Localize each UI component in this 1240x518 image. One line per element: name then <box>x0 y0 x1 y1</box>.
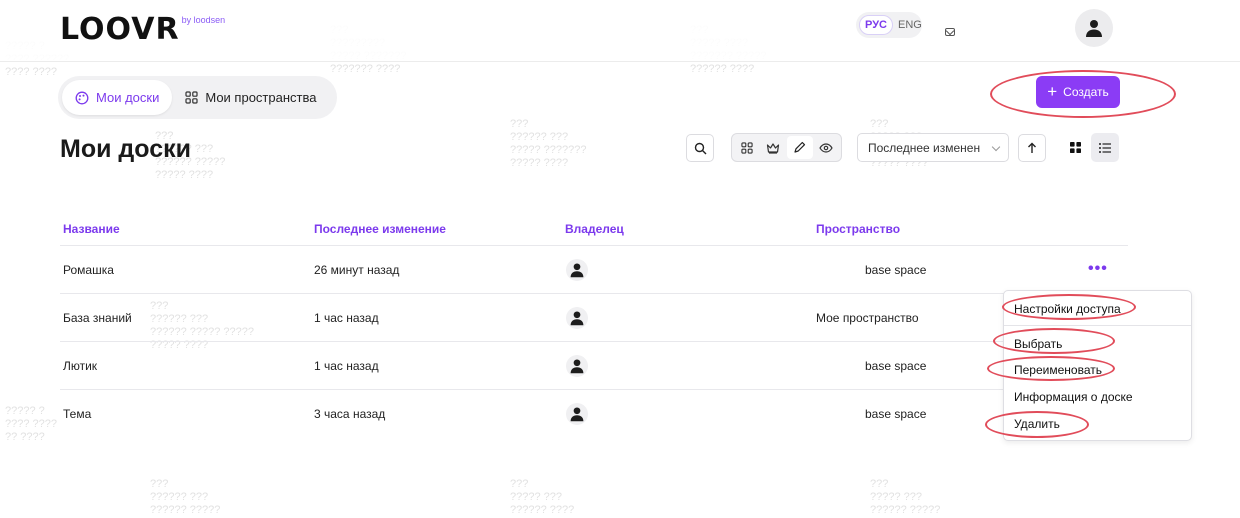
column-header-owner[interactable]: Владелец <box>565 222 624 236</box>
create-button-label: Создать <box>1063 85 1109 99</box>
board-modified: 1 час назад <box>314 359 379 373</box>
user-icon <box>1086 20 1102 37</box>
board-name: Лютик <box>63 359 98 373</box>
column-header-modified[interactable]: Последнее изменение <box>314 222 446 236</box>
menu-item-board-info[interactable]: Информация о доске <box>1014 390 1133 404</box>
owner-avatar <box>566 403 588 425</box>
user-icon <box>570 263 584 278</box>
user-avatar[interactable] <box>1075 9 1113 47</box>
lang-ru[interactable]: РУС <box>859 15 893 35</box>
menu-item-select[interactable]: Выбрать <box>1014 337 1062 351</box>
eye-icon <box>819 142 833 153</box>
owner-avatar <box>566 307 588 329</box>
board-space: base space <box>865 359 927 373</box>
logo-text: LOOVR <box>60 12 180 47</box>
watermark: ????????? ????????? ????? <box>150 478 221 516</box>
table-row[interactable]: Ромашка 26 минут назад base space ••• <box>60 246 1128 293</box>
board-modified: 3 часа назад <box>314 407 386 421</box>
search-button[interactable] <box>686 134 714 162</box>
table-row[interactable]: Тема 3 часа назад base space <box>60 390 1128 437</box>
board-name: Тема <box>63 407 92 421</box>
menu-item-delete[interactable]: Удалить <box>1014 417 1060 431</box>
top-bar: LOOVR by loodsen РУС ENG <box>0 0 1240 62</box>
board-space: Мое пространство <box>816 311 919 325</box>
palette-icon <box>75 91 89 104</box>
menu-divider <box>1004 325 1191 326</box>
tab-my-boards-label: Мои доски <box>96 90 160 105</box>
search-icon <box>694 142 706 154</box>
watermark: ????????? ???????? ???????????? ???? <box>510 118 587 169</box>
board-space: base space <box>865 407 927 421</box>
board-space: base space <box>865 263 927 277</box>
table-row[interactable]: Лютик 1 час назад base space <box>60 342 1128 389</box>
tab-my-spaces-label: Мои пространства <box>205 90 317 105</box>
user-icon <box>570 311 584 326</box>
tiles-icon <box>1069 142 1081 153</box>
watermark: ???????? ????????? ????? <box>870 478 941 516</box>
watermark: ???????? ????????? ???? <box>510 478 575 516</box>
tiles-view-button[interactable] <box>1061 133 1089 162</box>
arrow-up-icon <box>1028 142 1036 153</box>
view-tabs: Мои доски Мои пространства <box>58 76 337 119</box>
board-context-menu: Настройки доступа Выбрать Переименовать … <box>1003 290 1192 441</box>
create-button[interactable]: + Создать <box>1036 76 1120 108</box>
filter-editor-button[interactable] <box>786 136 813 159</box>
user-icon <box>570 407 584 422</box>
plus-icon: + <box>1047 82 1058 101</box>
sort-select[interactable]: Последнее изменение <box>857 133 1009 162</box>
table-row[interactable]: База знаний 1 час назад Мое пространство <box>60 294 1128 341</box>
logo[interactable]: LOOVR by loodsen <box>60 14 225 46</box>
watermark: ????? ????? ?????? ???? <box>5 405 57 443</box>
sort-direction-button[interactable] <box>1018 134 1046 162</box>
menu-item-access-settings[interactable]: Настройки доступа <box>1014 302 1121 316</box>
filter-all-button[interactable] <box>734 136 760 159</box>
board-filter-group <box>731 133 842 162</box>
more-icon[interactable]: ••• <box>1088 260 1108 278</box>
crown-icon <box>767 142 780 154</box>
tab-my-spaces[interactable]: Мои пространства <box>172 80 329 115</box>
list-icon <box>1099 142 1111 153</box>
mail-icon[interactable] <box>945 28 955 36</box>
column-header-name[interactable]: Название <box>63 222 120 236</box>
lang-en[interactable]: ENG <box>893 16 927 34</box>
list-view-button[interactable] <box>1091 133 1119 162</box>
pencil-icon <box>794 141 806 153</box>
user-icon <box>570 359 584 374</box>
logo-byline: by loodsen <box>181 15 226 25</box>
grid-icon <box>185 91 198 104</box>
menu-item-rename[interactable]: Переименовать <box>1014 363 1102 377</box>
board-modified: 26 минут назад <box>314 263 400 277</box>
board-modified: 1 час назад <box>314 311 379 325</box>
tab-my-boards[interactable]: Мои доски <box>62 80 173 115</box>
page-title: Мои доски <box>60 135 192 163</box>
filter-owner-button[interactable] <box>760 136 786 159</box>
chevron-down-icon <box>991 142 1001 152</box>
owner-avatar <box>566 259 588 281</box>
owner-avatar <box>566 355 588 377</box>
board-name: База знаний <box>63 311 132 325</box>
grid-icon <box>741 141 753 154</box>
column-header-space[interactable]: Пространство <box>816 222 900 236</box>
board-name: Ромашка <box>63 263 114 277</box>
filter-viewer-button[interactable] <box>813 136 839 159</box>
language-switch: РУС ENG <box>856 12 922 38</box>
sort-select-value: Последнее изменение <box>868 140 980 155</box>
